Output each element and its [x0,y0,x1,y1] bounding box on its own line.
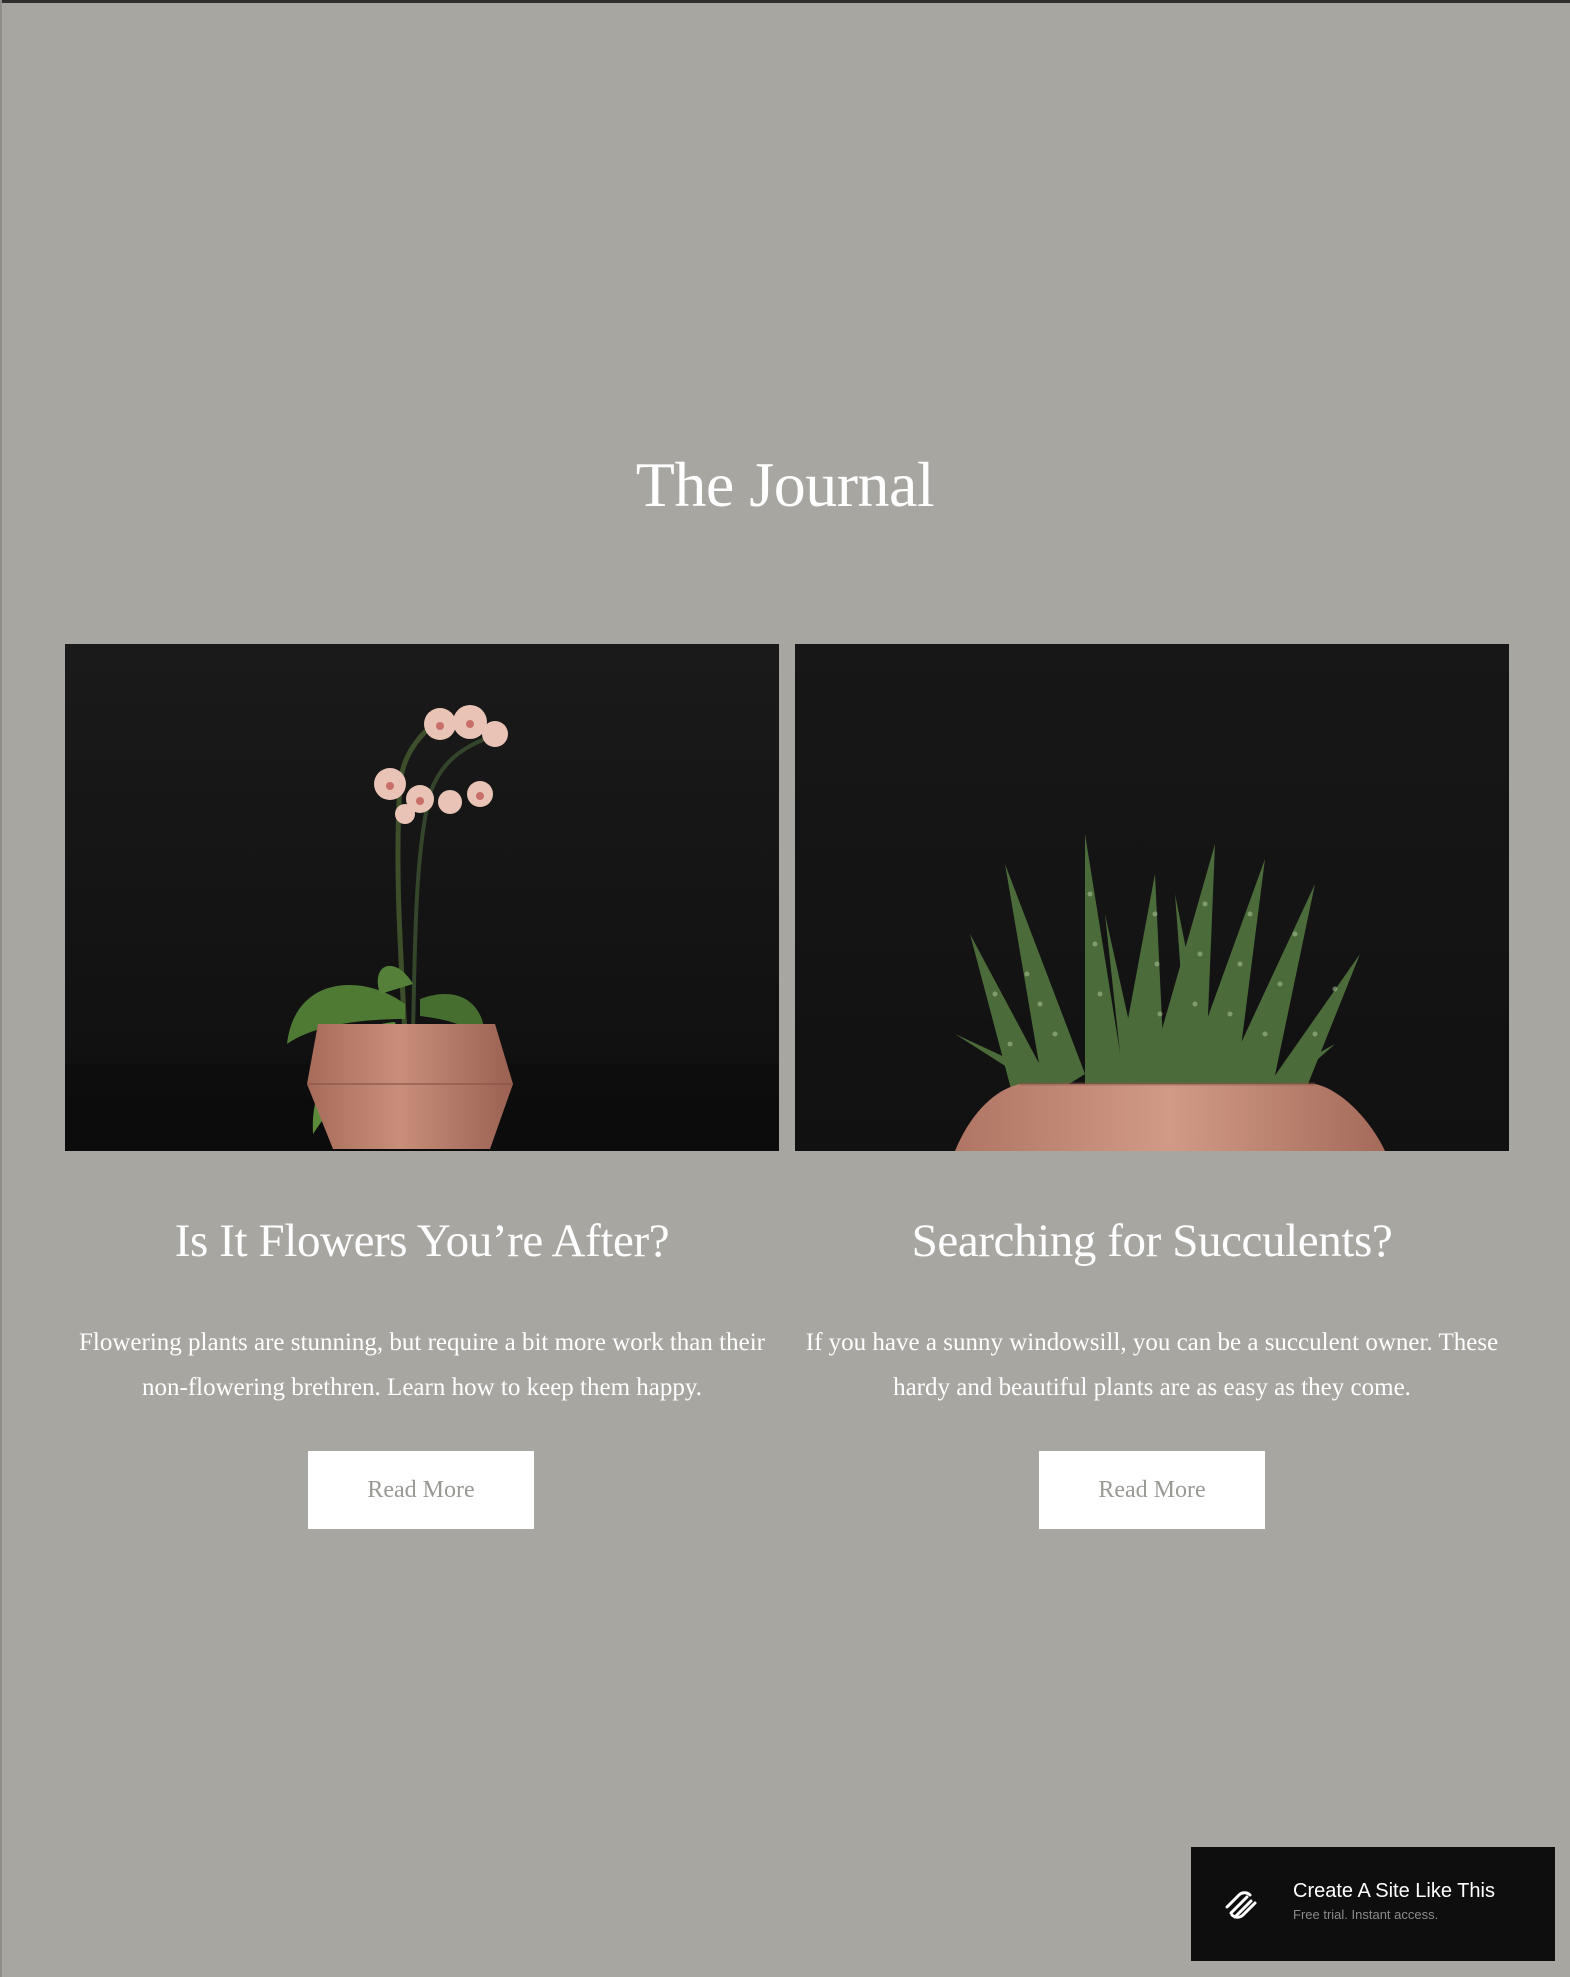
orchid-photo [65,644,779,1151]
card-description: Flowering plants are stunning, but requi… [79,1329,765,1401]
journal-card-flowers: Is It Flowers You’re After? Flowering pl… [65,644,779,1544]
read-more-button[interactable]: Read More [1039,1451,1265,1529]
window-left-edge [0,0,2,1977]
window-top-edge [0,0,1570,3]
page-title: The Journal [635,449,935,520]
succulent-image[interactable] [795,644,1509,1151]
orchid-image[interactable] [65,644,779,1151]
card-title[interactable]: Is It Flowers You’re After? [65,1214,779,1268]
read-more-button[interactable]: Read More [308,1451,534,1529]
journal-card-succulents: Searching for Succulents? If you have a … [795,644,1509,1544]
succulent-photo [795,644,1509,1151]
create-site-promo[interactable]: Create A Site Like This Free trial. Inst… [1191,1847,1555,1961]
card-title[interactable]: Searching for Succulents? [795,1214,1509,1268]
card-description: If you have a sunny windowsill, you can … [805,1329,1499,1401]
promo-title: Create A Site Like This [1293,1880,1495,1902]
promo-subtitle: Free trial. Instant access. [1293,1907,1439,1922]
squarespace-logo-icon [1225,1891,1257,1919]
promo-text: Create A Site Like This Free trial. Inst… [1293,1879,1495,1925]
